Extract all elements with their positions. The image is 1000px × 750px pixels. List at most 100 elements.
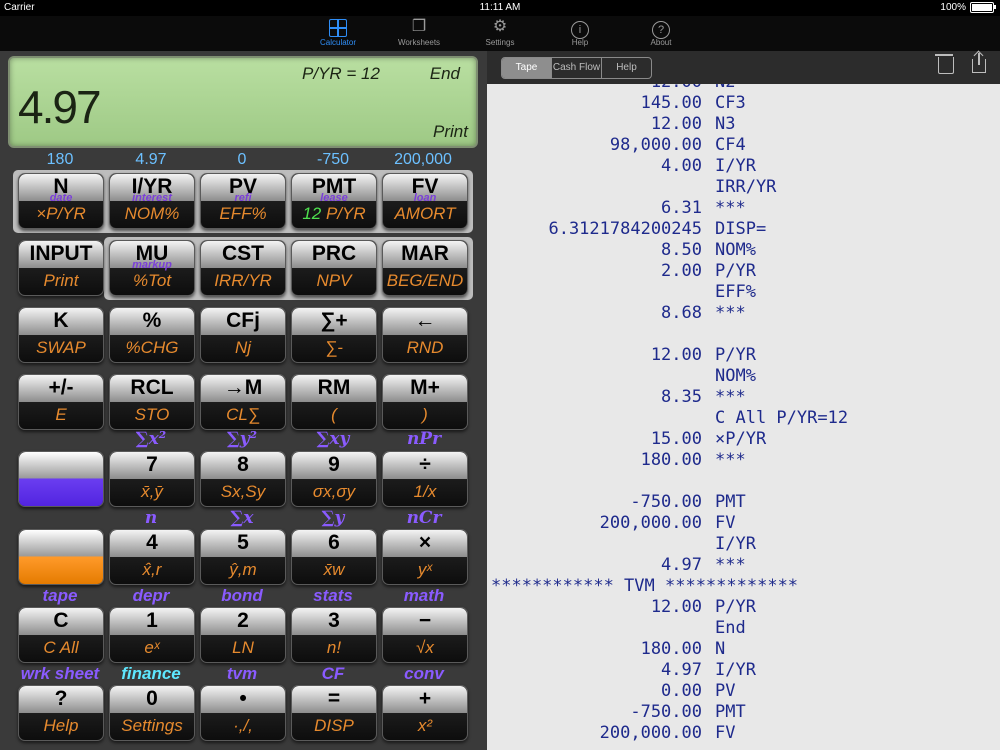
nav-worksheets[interactable]: ❐ Worksheets	[379, 16, 459, 47]
tape-row: End	[487, 618, 1000, 639]
nav-about[interactable]: ? About	[621, 16, 701, 47]
key-r3-2[interactable]: CFj Nj	[200, 307, 286, 363]
lcd-value: 4.97	[18, 81, 102, 133]
key-r2-1[interactable]: MU markup %Tot	[109, 240, 195, 296]
tape-op: FV	[715, 513, 736, 533]
key-shift-label: n!	[326, 638, 342, 657]
key-r5-3[interactable]: 9 σx,σy	[291, 451, 377, 507]
key-shift-label: x̂,r	[142, 560, 162, 579]
key-r3-1[interactable]: % %CHG	[109, 307, 195, 363]
key-primary-label: ÷	[419, 453, 431, 476]
key-r1-3[interactable]: PMT lease 12 P/YR	[291, 173, 377, 229]
nav-calculator[interactable]: Calculator	[298, 16, 378, 47]
tape-op: NOM%	[715, 240, 756, 260]
key-r2-0[interactable]: INPUT Print	[18, 240, 104, 296]
key-r8-2[interactable]: • ·,/,	[200, 685, 286, 741]
key-r8-3[interactable]: = DISP	[291, 685, 377, 741]
tape-row: 200,000.00 FV	[487, 513, 1000, 534]
tape-op: PV	[715, 681, 736, 701]
trash-icon[interactable]	[935, 54, 954, 74]
key-primary-label: M+	[410, 376, 440, 399]
key-r6-2[interactable]: 5 ŷ,m	[200, 529, 286, 585]
tape-value: 4.97	[661, 555, 702, 575]
key-r5-2[interactable]: 8 Sx,Sy	[200, 451, 286, 507]
key-r3-4[interactable]: ← RND	[382, 307, 468, 363]
key-shift-label: x̄,ȳ	[141, 482, 163, 501]
tape-value: 15.00	[650, 429, 702, 449]
nav-settings[interactable]: ⚙ Settings	[460, 16, 540, 47]
tape-value: -750.00	[630, 702, 702, 722]
key-r3-3[interactable]: ∑+ ∑-	[291, 307, 377, 363]
label-stat-b-0: n	[144, 508, 158, 528]
key-shift-label: EFF%	[219, 204, 267, 223]
key-shift-label: NPV	[316, 271, 352, 290]
key-r2-2[interactable]: CST IRR/YR	[200, 240, 286, 296]
key-primary-label: CFj	[226, 309, 260, 332]
nav-label: Help	[571, 38, 589, 47]
key-r5-4[interactable]: ÷ 1/x	[382, 451, 468, 507]
tape-value: 180.00	[640, 450, 702, 470]
key-r1-2[interactable]: PV refi EFF%	[200, 173, 286, 229]
tape-op: ***	[715, 198, 746, 218]
key-primary-label: →M	[223, 376, 263, 399]
tape-value: 200,000.00	[599, 723, 702, 743]
key-primary-label: 5	[237, 531, 249, 554]
label-mode-3: stats	[313, 586, 353, 605]
key-r5-0[interactable]	[18, 451, 104, 507]
key-r7-2[interactable]: 2 LN	[200, 607, 286, 663]
tape-row: 6.3121784200245 DISP=	[487, 219, 1000, 240]
key-r1-1[interactable]: I/YR interest NOM%	[109, 173, 195, 229]
key-r1-4[interactable]: FV loan AMORT	[382, 173, 468, 229]
key-r4-4[interactable]: M+)	[382, 374, 468, 430]
question-icon: ?	[652, 21, 670, 39]
tab-help[interactable]: Help	[602, 58, 651, 78]
key-r3-0[interactable]: K SWAP	[18, 307, 104, 363]
key-primary-label: 9	[328, 453, 340, 476]
key-r4-3[interactable]: RM (	[291, 374, 377, 430]
status-bar: Carrier 11:11 AM 100%	[0, 0, 1000, 16]
key-r7-1[interactable]: 1 eˣ	[109, 607, 195, 663]
key-r5-1[interactable]: 7 x̄,ȳ	[109, 451, 195, 507]
tape-value: 0.00	[661, 681, 702, 701]
key-primary-label: RCL	[130, 376, 174, 399]
key-shift-label: yˣ	[417, 560, 433, 579]
register-pv: 0	[237, 151, 247, 168]
tape-op: ***	[715, 555, 746, 575]
key-r2-3[interactable]: PRC NPV	[291, 240, 377, 296]
key-purple-label: loan	[413, 192, 437, 204]
key-r6-1[interactable]: 4 x̂,r	[109, 529, 195, 585]
tape-op: End	[715, 618, 746, 638]
key-primary-label: ?	[54, 687, 68, 710]
key-r4-0[interactable]: +/- E	[18, 374, 104, 430]
tape-row: 2.00 P/YR	[487, 261, 1000, 282]
key-shift-label: σx,σy	[312, 482, 356, 501]
key-r4-2[interactable]: →M CL∑	[200, 374, 286, 430]
key-r8-1[interactable]: 0 Settings	[109, 685, 195, 741]
nav-label: Calculator	[319, 38, 356, 47]
label-menu-1: finance	[121, 664, 181, 683]
tape-op: CF4	[715, 135, 746, 155]
key-r6-3[interactable]: 6 x̄w	[291, 529, 377, 585]
share-icon[interactable]	[972, 53, 986, 73]
key-primary-label: ←	[414, 309, 436, 332]
key-r8-0[interactable]: ? Help	[18, 685, 104, 741]
key-r7-3[interactable]: 3 n!	[291, 607, 377, 663]
key-r1-0[interactable]: Ndate ×P/YR	[18, 173, 104, 229]
key-r4-1[interactable]: RCL STO	[109, 374, 195, 430]
tape-op: PMT	[715, 492, 746, 512]
nav-help[interactable]: i Help	[540, 16, 620, 47]
key-r6-0[interactable]	[18, 529, 104, 585]
key-purple-label: interest	[132, 192, 172, 204]
key-r7-4[interactable]: − √x	[382, 607, 468, 663]
key-shift-label: BEG/END	[386, 271, 464, 290]
tab-tape[interactable]: Tape	[502, 58, 552, 78]
key-primary-label: ×	[418, 531, 432, 554]
tape-row: NOM%	[487, 366, 1000, 387]
key-r6-4[interactable]: × yˣ	[382, 529, 468, 585]
key-r7-0[interactable]: C C All	[18, 607, 104, 663]
key-shift-label: IRR/YR	[214, 271, 272, 290]
tab-cash-flow[interactable]: Cash Flow	[552, 58, 602, 78]
key-r8-4[interactable]: + x²	[382, 685, 468, 741]
key-r2-4[interactable]: MAR BEG/END	[382, 240, 468, 296]
tape-op: C All P/YR=12	[715, 408, 849, 428]
